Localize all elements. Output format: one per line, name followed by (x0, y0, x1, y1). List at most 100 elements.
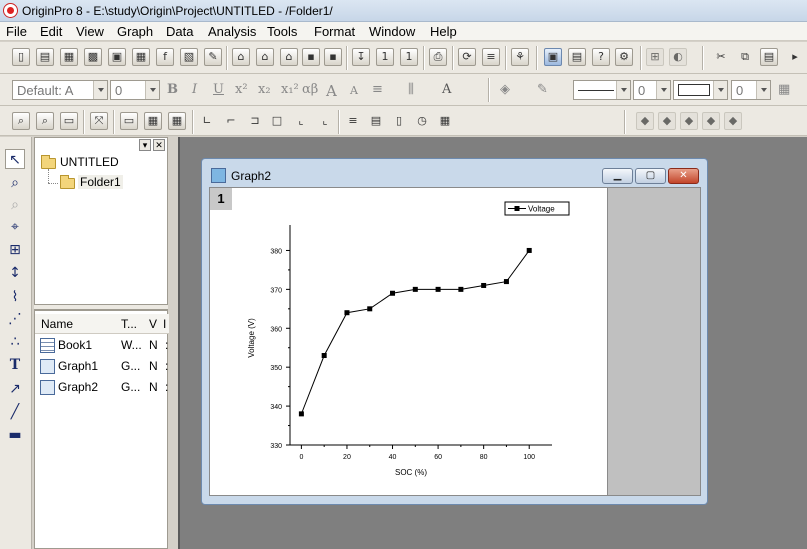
zoom-icon[interactable]: ⌕ (5, 173, 25, 193)
pane-menu-icon[interactable]: ▾ (139, 139, 151, 151)
pattern-icon[interactable]: ▦ (778, 82, 790, 97)
zoom-in-icon[interactable]: ⌕ (12, 112, 30, 130)
regional-data-selector-icon[interactable]: ⋰ (5, 309, 25, 329)
object-manager-icon[interactable]: ◐ (669, 48, 687, 66)
layer-1-icon[interactable]: ▭ (120, 112, 138, 130)
list-item[interactable]: Graph1 G... N : (35, 356, 169, 376)
column-type[interactable]: T... (121, 317, 137, 331)
settings-icon[interactable]: ⚙ (615, 48, 633, 66)
axis-right-icon[interactable]: ⊐ (246, 112, 264, 130)
new-project-icon[interactable]: ▯ (12, 48, 30, 66)
font-size-dropdown[interactable]: 0 (110, 80, 160, 100)
font-name-dropdown[interactable]: Default: A (12, 80, 108, 100)
increase-font-button[interactable]: A (326, 82, 337, 100)
fill-color-icon[interactable]: ◈ (500, 82, 510, 97)
supsubscript-button[interactable]: x₁² (281, 82, 299, 97)
underline-button[interactable]: U (213, 82, 224, 97)
axis-break-icon[interactable]: ⌞ (316, 112, 334, 130)
layer-4-icon[interactable]: ▦ (144, 112, 162, 130)
menu-tools[interactable]: Tools (267, 24, 297, 39)
arrange-2-icon[interactable]: ◆ (658, 112, 676, 130)
toolbar-overflow-icon[interactable]: ▸ (786, 48, 804, 66)
line-tool-icon[interactable]: ╱ (5, 402, 25, 422)
duplicate-icon[interactable]: ≡ (482, 48, 500, 66)
chevron-down-icon[interactable] (93, 81, 107, 99)
arrange-3-icon[interactable]: ◆ (680, 112, 698, 130)
import-wizard-icon[interactable]: ↧ (352, 48, 370, 66)
save-project-icon[interactable]: ▪ (302, 48, 320, 66)
list-item[interactable]: Book1 W... N : (35, 335, 169, 355)
zoom-out-tool-icon[interactable]: ⌕ (5, 195, 25, 215)
italic-button[interactable]: I (192, 82, 197, 97)
chevron-down-icon[interactable] (616, 81, 630, 99)
line-style-dropdown[interactable] (573, 80, 631, 100)
menu-view[interactable]: View (76, 24, 104, 39)
screen-reader-icon[interactable]: ⌖ (5, 217, 25, 237)
line-color-icon[interactable]: ✎ (537, 82, 548, 97)
list-icon[interactable]: ≡ (344, 112, 362, 130)
menu-help[interactable]: Help (430, 24, 457, 39)
column-align-icon[interactable]: ⫼ (408, 82, 414, 97)
add-layer-icon[interactable]: ⊞ (646, 48, 664, 66)
chevron-down-icon[interactable] (756, 81, 770, 99)
greek-button[interactable]: αβ (302, 82, 318, 97)
voltage-soc-chart[interactable]: 330 340 350 360 370 380 0 20 40 60 80 100 SOC (%) Vol… (210, 188, 607, 495)
column-name[interactable]: Name (41, 317, 73, 331)
bold-button[interactable]: B (167, 82, 178, 97)
refresh-icon[interactable]: ⟳ (458, 48, 476, 66)
column-extra[interactable]: I (163, 317, 166, 331)
command-window-icon[interactable]: ▤ (568, 48, 586, 66)
new-workbook-icon[interactable]: ▦ (60, 48, 78, 66)
copy-icon[interactable]: ⧉ (736, 48, 754, 66)
menu-edit[interactable]: Edit (40, 24, 62, 39)
axis-corner-icon[interactable]: ⌞ (292, 112, 310, 130)
line-width-dropdown[interactable]: 0 (633, 80, 671, 100)
superscript-button[interactable]: x² (235, 82, 248, 97)
menu-graph[interactable]: Graph (117, 24, 153, 39)
open-icon[interactable]: ⌂ (232, 48, 250, 66)
mask-points-icon[interactable]: ∴ (5, 332, 25, 352)
tree-folder1[interactable]: Folder1 (78, 175, 123, 189)
list-item[interactable]: Graph2 G... N : (35, 377, 169, 397)
subscript-button[interactable]: x₂ (258, 82, 271, 97)
menu-file[interactable]: File (6, 24, 27, 39)
new-graph-icon[interactable]: ▣ (108, 48, 126, 66)
font-color-icon[interactable]: A (442, 82, 451, 97)
open-template-icon[interactable]: ⌂ (256, 48, 274, 66)
open-excel-icon[interactable]: ⌂ (280, 48, 298, 66)
arrange-5-icon[interactable]: ◆ (724, 112, 742, 130)
print-icon[interactable]: ⎙ (429, 48, 447, 66)
data-selector-icon[interactable]: ↕ (5, 263, 25, 283)
arrange-4-icon[interactable]: ◆ (702, 112, 720, 130)
tree-root-untitled[interactable]: UNTITLED (60, 155, 119, 169)
code-builder-icon[interactable]: ? (592, 48, 610, 66)
import-ascii-icon[interactable]: 1 (376, 48, 394, 66)
new-excel-icon[interactable]: ▩ (84, 48, 102, 66)
align-icon[interactable]: ≡ (372, 82, 383, 97)
rescale-icon[interactable]: ⤧ (90, 112, 108, 130)
chevron-down-icon[interactable] (656, 81, 670, 99)
timestamp-icon[interactable]: ◷ (413, 112, 431, 130)
new-matrix-icon[interactable]: ▦ (132, 48, 150, 66)
axis-top-icon[interactable]: ⌐ (222, 112, 240, 130)
rectangle-tool-icon[interactable]: ▬ (5, 425, 25, 445)
project-explorer-icon[interactable]: ⚘ (511, 48, 529, 66)
restore-button[interactable]: ▢ (635, 168, 666, 184)
table-icon[interactable]: ▦ (436, 112, 454, 130)
draw-data-icon[interactable]: ⌇ (5, 287, 25, 307)
column-view[interactable]: V (149, 317, 157, 331)
close-button[interactable]: ✕ (668, 168, 699, 184)
decrease-font-button[interactable]: A (350, 84, 358, 97)
results-log-icon[interactable]: ▣ (544, 48, 562, 66)
axis-box-icon[interactable]: □ (268, 112, 286, 130)
chevron-down-icon[interactable] (145, 81, 159, 99)
menu-data[interactable]: Data (166, 24, 193, 39)
graph-page[interactable]: 1 330 340 350 360 370 380 0 20 40 60 80 100 SOC (%) V… (209, 187, 608, 496)
fill-value-dropdown[interactable]: 0 (731, 80, 771, 100)
zoom-out-icon[interactable]: ⌕ (36, 112, 54, 130)
fill-pattern-dropdown[interactable] (673, 80, 728, 100)
new-function-icon[interactable]: f (156, 48, 174, 66)
new-notes-icon[interactable]: ✎ (204, 48, 222, 66)
arrange-1-icon[interactable]: ◆ (636, 112, 654, 130)
layer-tab[interactable]: 1 (210, 188, 232, 210)
